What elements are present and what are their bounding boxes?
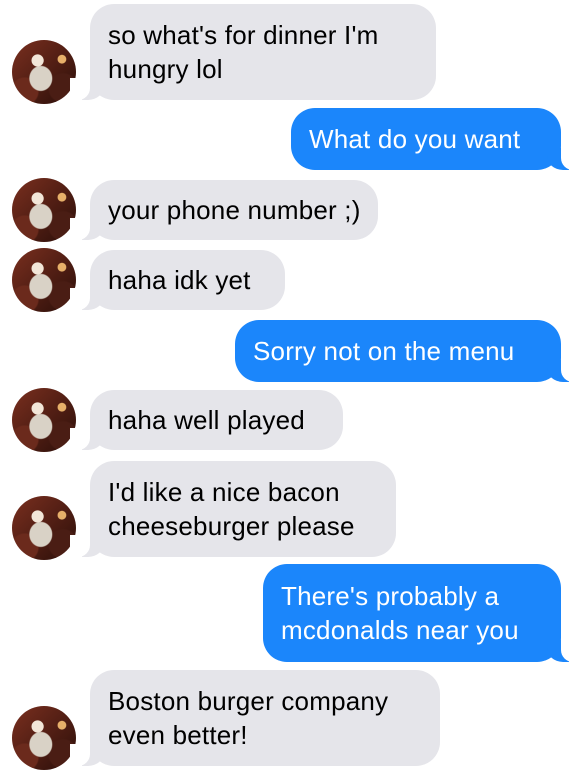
incoming-message[interactable]: I'd like a nice bacon cheeseburger pleas… [70,461,396,557]
outgoing-message[interactable]: There's probably a mcdonalds near you [263,564,574,662]
message-line: your phone number ;) [108,195,361,225]
message-line: haha well played [108,405,305,435]
incoming-message[interactable]: Boston burger company even better! [70,670,440,766]
incoming-message[interactable]: your phone number ;) [70,180,378,240]
contact-avatar[interactable] [12,248,76,312]
contact-avatar[interactable] [12,40,76,104]
incoming-message[interactable]: so what's for dinner I'm hungry lol [70,4,436,100]
message-line: so what's for dinner I'm [108,20,379,50]
message-line: Boston burger company [108,686,389,716]
message-line: There's probably a [281,581,500,611]
outgoing-message[interactable]: Sorry not on the menu [235,320,574,382]
message-line: Sorry not on the menu [253,336,515,366]
message-line: mcdonalds near you [281,615,519,645]
outgoing-message[interactable]: What do you want [291,108,574,170]
incoming-message[interactable]: haha well played [70,390,343,450]
contact-avatar[interactable] [12,496,76,560]
message-line: haha idk yet [108,265,251,295]
message-line: even better! [108,720,248,750]
message-line: I'd like a nice bacon [108,477,340,507]
contact-avatar[interactable] [12,388,76,452]
contact-avatar[interactable] [12,706,76,770]
message-line: hungry lol [108,54,223,84]
message-line: What do you want [309,124,521,154]
message-line: cheeseburger please [108,511,355,541]
incoming-message[interactable]: haha idk yet [70,250,285,310]
contact-avatar[interactable] [12,178,76,242]
